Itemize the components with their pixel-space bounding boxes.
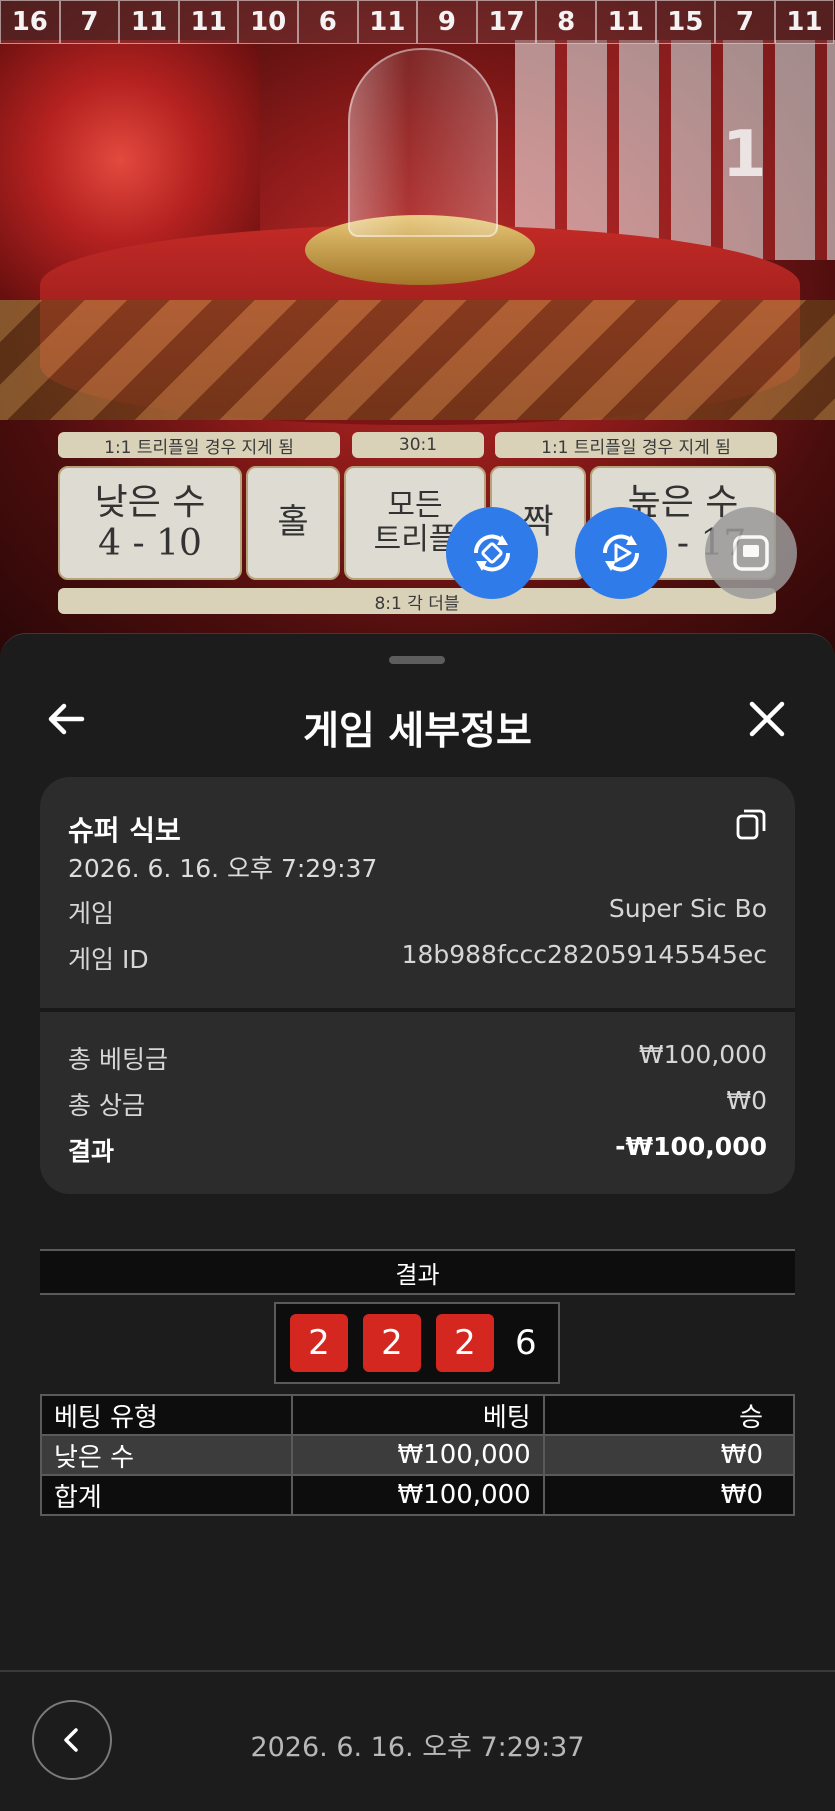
results-header: 결과 <box>40 1249 795 1295</box>
background-lattice <box>515 40 835 260</box>
copy-icon <box>736 809 766 840</box>
payout-label-big: 1:1 트리플일 경우 지게 됨 <box>495 432 777 458</box>
history-cell: 15 <box>655 0 716 44</box>
dice-dome <box>348 48 498 237</box>
sheet-header: 게임 세부정보 <box>0 674 835 764</box>
table-row-total: 합계 ₩100,000 ₩0 <box>39 1474 796 1516</box>
bet-amount-cell: ₩100,000 <box>291 1434 545 1476</box>
history-cell: 10 <box>238 0 298 44</box>
col-bet: 베팅 <box>291 1394 545 1436</box>
win-amount-cell: ₩0 <box>542 1434 796 1476</box>
die-1: 2 <box>290 1314 348 1372</box>
game-id-value: 18b988fccc282059145545ec <box>401 940 767 969</box>
bet-small-range: 4 - 10 <box>98 523 202 564</box>
total-win-value: ₩0 <box>726 1086 767 1115</box>
replay-icon <box>602 534 640 572</box>
total-type-cell: 합계 <box>39 1474 294 1516</box>
close-button[interactable] <box>742 694 792 744</box>
table-spikes <box>0 300 835 420</box>
history-cell: 9 <box>417 0 477 44</box>
history-cell: 6 <box>297 0 358 44</box>
bet-type-cell: 낮은 수 <box>39 1434 294 1476</box>
game-timestamp: 2026. 6. 16. 오후 7:29:37 <box>68 854 378 883</box>
footer-timestamp: 2026. 6. 16. 오후 7:29:37 <box>250 1732 585 1763</box>
result-value: -₩100,000 <box>615 1132 767 1161</box>
total-bet-cell: ₩100,000 <box>291 1474 545 1516</box>
game-name: 슈퍼 식보 <box>68 814 181 847</box>
game-label: 게임 <box>68 899 115 928</box>
payout-label-double: 8:1 각 더블 <box>58 588 776 614</box>
game-summary-card: 슈퍼 식보 2026. 6. 16. 오후 7:29:37 게임 Super S… <box>40 777 795 1194</box>
payout-label-small: 1:1 트리플일 경우 지게 됨 <box>58 432 340 458</box>
sheet-drag-handle[interactable] <box>389 656 445 664</box>
history-cell: 11 <box>774 0 835 44</box>
history-cell: 11 <box>178 0 239 44</box>
total-bet-value: ₩100,000 <box>638 1040 767 1069</box>
history-cell: 8 <box>536 0 596 44</box>
die-3: 2 <box>436 1314 494 1372</box>
game-details-sheet: 게임 세부정보 슈퍼 식보 2026. 6. 16. 오후 7:29:37 게임… <box>0 633 835 1811</box>
bet-any-triple-line2: 트리플 <box>373 522 457 557</box>
bet-odd-label: 홀 <box>277 502 309 543</box>
col-bet-type: 베팅 유형 <box>39 1394 294 1436</box>
col-win: 승 <box>542 1394 796 1436</box>
round-number: 1 <box>722 118 767 192</box>
history-cell: 11 <box>119 0 179 44</box>
result-history-strip: 16 7 11 11 10 6 11 9 17 8 11 15 7 11 <box>0 0 835 46</box>
history-cell: 7 <box>59 0 120 44</box>
table-row: 낮은 수 ₩100,000 ₩0 <box>39 1434 796 1476</box>
history-cell: 11 <box>357 0 418 44</box>
history-cell: 7 <box>715 0 775 44</box>
total-bet-label: 총 베팅금 <box>68 1045 168 1074</box>
table-header-row: 베팅 유형 베팅 승 <box>39 1394 796 1436</box>
minimize-button[interactable] <box>705 507 797 599</box>
bet-any-triple-line1: 모든 <box>387 487 443 523</box>
total-win-cell: ₩0 <box>542 1474 796 1516</box>
bet-small[interactable]: 낮은 수 4 - 10 <box>58 466 242 580</box>
card-divider <box>40 1008 795 1012</box>
dice-total: 6 <box>515 1323 537 1363</box>
footer-divider <box>0 1670 835 1672</box>
rotate-view-button[interactable] <box>446 507 538 599</box>
game-value: Super Sic Bo <box>608 894 767 923</box>
bets-table: 베팅 유형 베팅 승 낮은 수 ₩100,000 ₩0 합계 ₩100,000 … <box>39 1394 796 1516</box>
history-cell: 11 <box>595 0 656 44</box>
minimize-icon <box>733 535 769 571</box>
result-label: 결과 <box>68 1137 115 1166</box>
copy-button[interactable] <box>734 807 768 841</box>
rotate-icon <box>473 534 511 572</box>
bet-small-label: 낮은 수 <box>94 481 206 523</box>
dice-result: 2 2 2 6 <box>274 1302 560 1384</box>
page-title: 게임 세부정보 <box>303 709 532 754</box>
payout-label-any-triple: 30:1 <box>352 432 484 458</box>
total-win-label: 총 상금 <box>68 1091 145 1120</box>
history-cell: 17 <box>476 0 537 44</box>
game-id-label: 게임 ID <box>68 945 149 974</box>
game-video: 1 16 7 11 11 10 6 11 9 17 8 11 15 7 11 1… <box>0 0 835 660</box>
bet-odd[interactable]: 홀 <box>246 466 340 580</box>
close-icon <box>749 701 785 737</box>
history-cell: 16 <box>0 0 60 44</box>
die-2: 2 <box>363 1314 421 1372</box>
replay-button[interactable] <box>575 507 667 599</box>
